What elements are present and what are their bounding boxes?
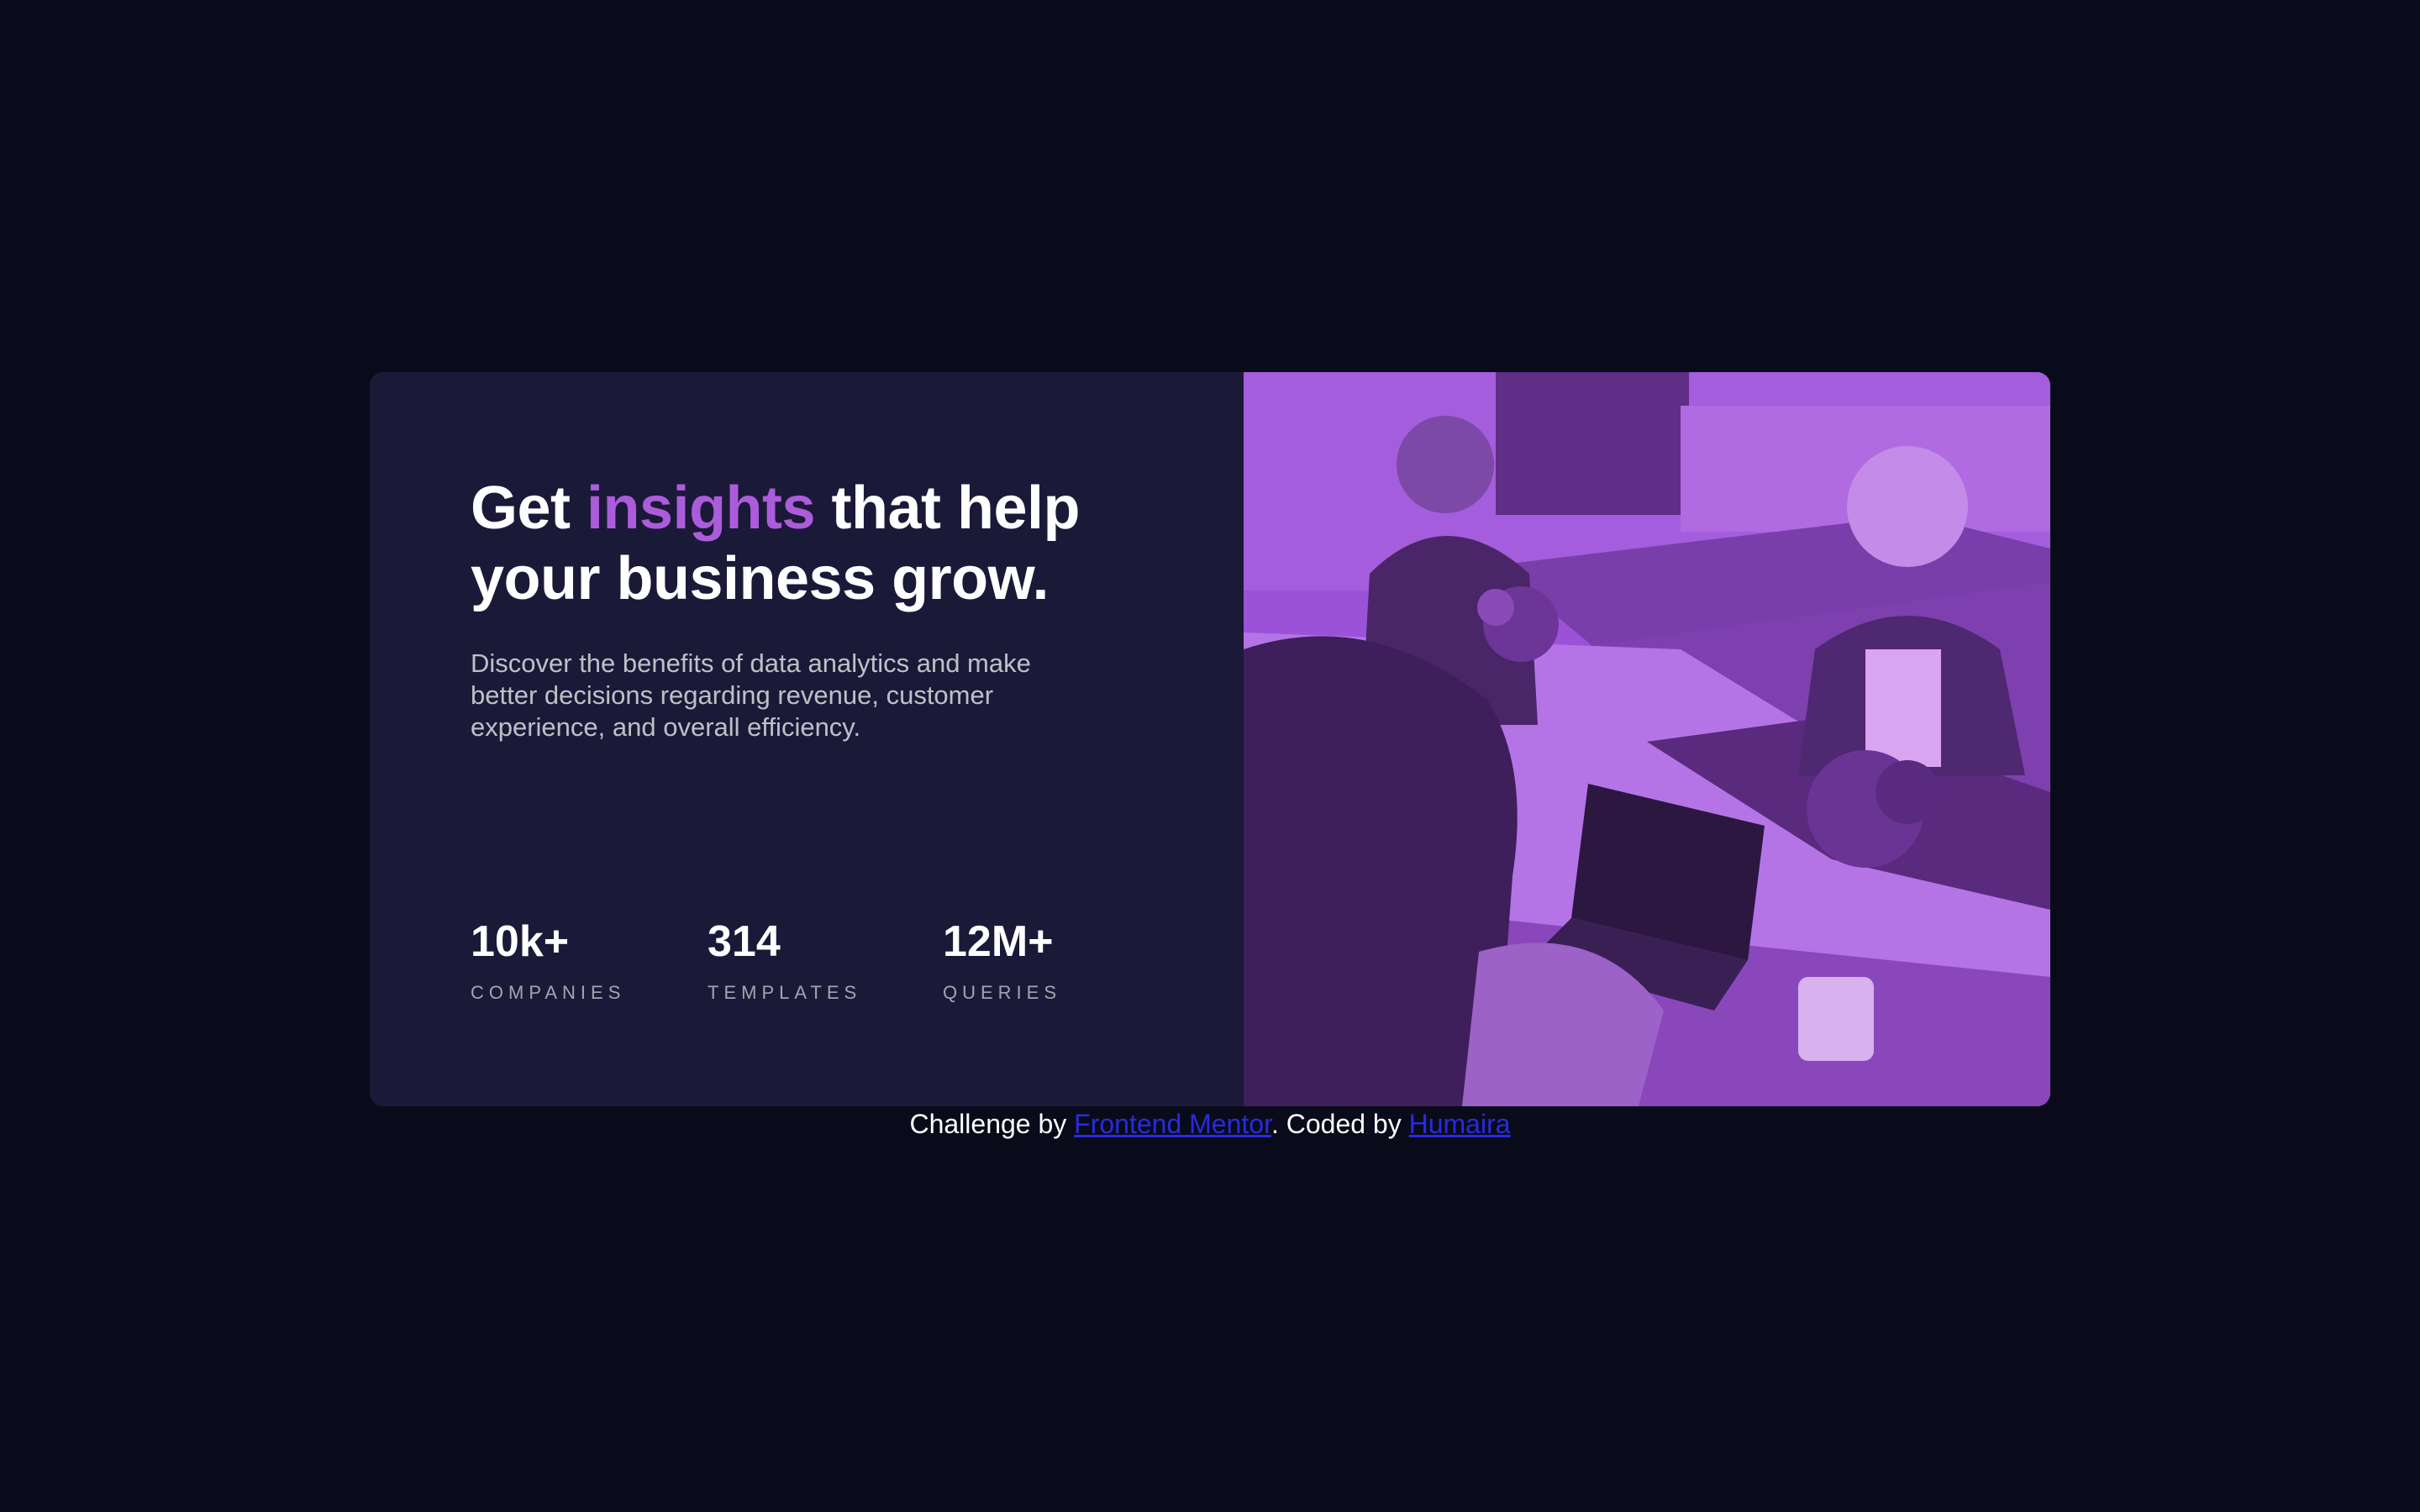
attribution-middle: . Coded by (1270, 1109, 1409, 1139)
description: Discover the benefits of data analytics … (471, 648, 1031, 742)
attribution-prefix: Challenge by (909, 1109, 1075, 1139)
stat-queries: 12M+ QUERIES (943, 910, 1061, 1019)
headline: Get insights that help your business gro… (471, 473, 1160, 614)
headline-text-start: Get (471, 475, 587, 542)
stat-templates: 314 TEMPLATES (708, 910, 861, 1019)
stat-value: 12M+ (943, 917, 1054, 966)
stats-preview-card: Get insights that help your business gro… (370, 372, 2050, 1106)
stat-value: 314 (708, 917, 781, 966)
headline-accent: insights (587, 475, 816, 542)
stat-label: TEMPLATES (708, 982, 862, 1003)
author-link[interactable]: Humaira (1409, 1109, 1511, 1139)
stat-value: 10k+ (471, 917, 570, 966)
stat-companies: 10k+ COMPANIES (471, 910, 625, 1019)
office-photo (1244, 372, 2050, 1106)
header-image (1244, 372, 2050, 1106)
stat-label: QUERIES (943, 982, 1062, 1003)
card-content: Get insights that help your business gro… (370, 372, 1244, 1106)
attribution-footer: Challenge by Frontend Mentor. Coded by H… (0, 1105, 2420, 1142)
stat-label: COMPANIES (471, 982, 626, 1003)
frontend-mentor-link[interactable]: Frontend Mentor (1074, 1109, 1271, 1139)
stats-row: 10k+ COMPANIES 314 TEMPLATES 12M+ QUERIE… (471, 910, 1160, 1019)
